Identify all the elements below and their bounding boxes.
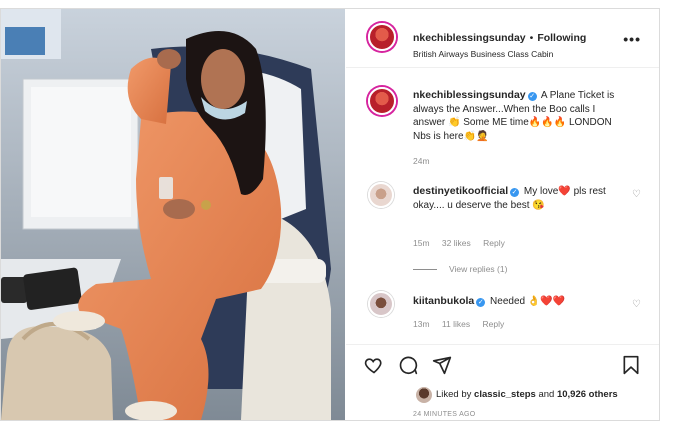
caption-meta: 24m bbox=[413, 156, 440, 166]
share-icon[interactable] bbox=[432, 355, 452, 375]
comment-meta: 15m 32 likes Reply bbox=[413, 238, 515, 248]
instagram-post: nkechiblessingsunday • Following British A… bbox=[0, 8, 660, 421]
comment-meta: 13m 11 likes Reply bbox=[413, 319, 514, 329]
post-location[interactable]: British Airways Business Class Cabin bbox=[413, 49, 553, 59]
more-options-icon[interactable]: ••• bbox=[623, 31, 641, 47]
view-replies-label: View replies (1) bbox=[449, 264, 508, 274]
comment-icon[interactable] bbox=[398, 355, 418, 375]
caption-username[interactable]: nkechiblessingsunday bbox=[413, 89, 526, 101]
comment-item: destinyetikoofficial ✓ My love❤️ pls rest… bbox=[413, 185, 619, 212]
author-username[interactable]: nkechiblessingsunday bbox=[413, 32, 526, 44]
airplane-cabin-photo bbox=[1, 9, 345, 420]
following-button[interactable]: Following bbox=[537, 32, 586, 44]
author-line: nkechiblessingsunday • Following bbox=[413, 32, 586, 44]
comment-reply-button[interactable]: Reply bbox=[483, 238, 505, 248]
post-actions-bar bbox=[346, 344, 659, 385]
comment-text: Needed 👌❤️❤️ bbox=[490, 296, 566, 307]
comment-likes[interactable]: 32 likes bbox=[442, 238, 471, 248]
liked-by-suffix: and bbox=[538, 389, 555, 400]
comment-age[interactable]: 15m bbox=[413, 238, 430, 248]
comment-item: kiitanbukola ✓ Needed 👌❤️❤️ bbox=[413, 295, 619, 309]
comment-avatar[interactable] bbox=[368, 291, 394, 317]
post-header: nkechiblessingsunday • Following British A… bbox=[346, 9, 659, 68]
comment-avatar[interactable] bbox=[368, 182, 394, 208]
verified-badge-icon: ✓ bbox=[527, 92, 537, 101]
comment-likes[interactable]: 11 likes bbox=[442, 319, 470, 329]
comment-like-heart-icon[interactable]: ♡ bbox=[632, 189, 641, 200]
view-replies-button[interactable]: View replies (1) bbox=[413, 264, 507, 274]
separator-dot: • bbox=[529, 32, 534, 44]
verified-badge-icon: ✓ bbox=[476, 298, 486, 307]
comment-username[interactable]: destinyetikoofficial bbox=[413, 185, 508, 197]
comment-age[interactable]: 13m bbox=[413, 319, 430, 329]
posted-time[interactable]: 24 MINUTES AGO bbox=[413, 411, 476, 418]
likes-count[interactable]: 10,926 others bbox=[557, 389, 618, 400]
post-photo[interactable] bbox=[1, 9, 345, 420]
liked-by-username[interactable]: classic_steps bbox=[474, 389, 536, 400]
caption-age[interactable]: 24m bbox=[413, 156, 430, 166]
comment-username[interactable]: kiitanbukola bbox=[413, 295, 474, 307]
caption-avatar[interactable] bbox=[368, 87, 396, 115]
liked-by-prefix: Liked by bbox=[436, 389, 472, 400]
bookmark-icon[interactable] bbox=[621, 355, 641, 375]
heart-icon[interactable] bbox=[364, 355, 384, 375]
verified-badge-icon: ✓ bbox=[510, 188, 520, 197]
author-avatar[interactable] bbox=[368, 23, 396, 51]
comment-like-heart-icon[interactable]: ♡ bbox=[632, 299, 641, 310]
liked-by-avatar[interactable] bbox=[416, 387, 432, 403]
comment-reply-button[interactable]: Reply bbox=[483, 319, 505, 329]
liked-by-line: Liked by classic_steps and 10,926 others bbox=[436, 389, 618, 400]
caption: nkechiblessingsunday ✓ A Plane Ticket is … bbox=[413, 89, 619, 143]
view-replies-line bbox=[413, 269, 437, 271]
post-side-panel: nkechiblessingsunday • Following British A… bbox=[346, 9, 659, 420]
